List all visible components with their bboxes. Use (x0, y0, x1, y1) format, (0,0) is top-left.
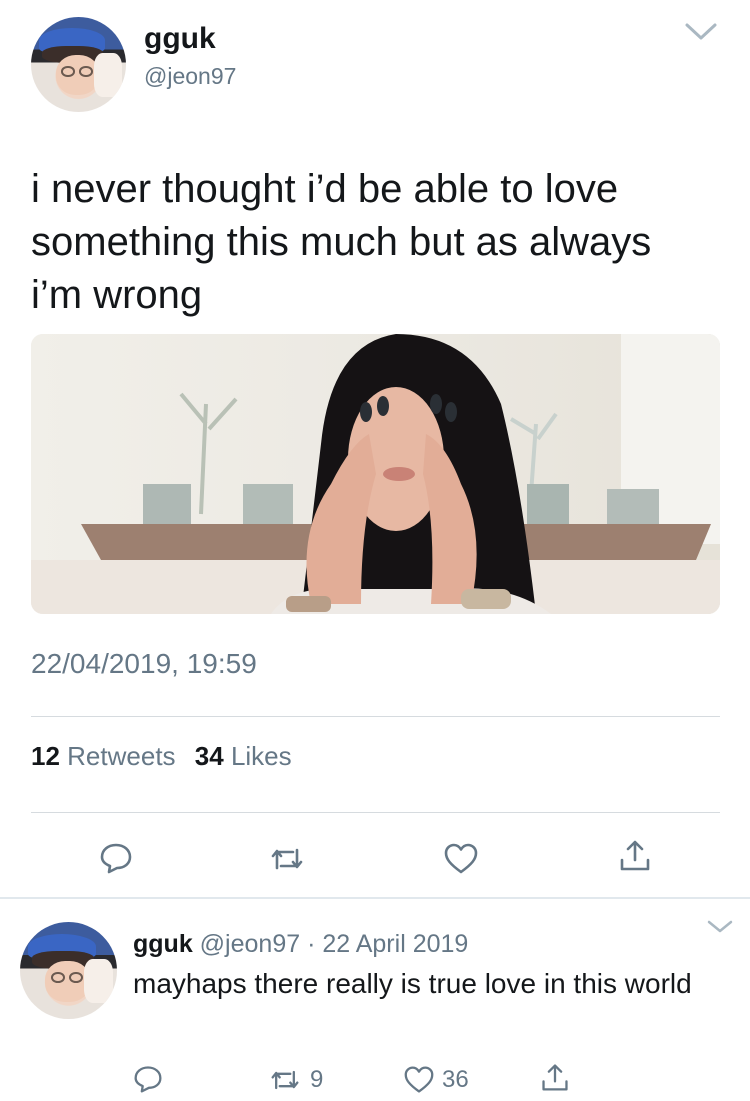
likes-label[interactable]: Likes (231, 741, 292, 771)
media-image (31, 334, 720, 614)
meta-separator: · (307, 930, 316, 958)
retweet-icon[interactable] (270, 842, 304, 876)
tweet-detail-screen: gguk @jeon97 i never thought i’d be able… (0, 0, 750, 1101)
reply-handle[interactable]: @jeon97 (200, 930, 300, 958)
avatar[interactable] (20, 922, 117, 1019)
avatar[interactable] (31, 17, 126, 112)
retweets-count[interactable]: 12 (31, 741, 60, 771)
likes-count[interactable]: 34 (195, 741, 224, 771)
reply-icon[interactable] (99, 841, 133, 875)
tweet-text-line: i’m wrong (31, 273, 203, 317)
reply-like-count[interactable]: 36 (442, 1066, 469, 1094)
chevron-down-icon[interactable] (706, 919, 734, 935)
tweet-text-line: i never thought i’d be able to love (31, 167, 619, 211)
divider (31, 716, 720, 717)
reply-date[interactable]: 22 April 2019 (322, 930, 468, 958)
like-icon[interactable] (404, 1065, 434, 1095)
reply-header: gguk @jeon97 · 22 April 2019 (133, 930, 468, 959)
reply-text: mayhaps there really is true love in thi… (133, 968, 692, 999)
tweet-text: i never thought i’d be able to love some… (31, 163, 721, 322)
tweet-stats: 12 Retweets 34 Likes (31, 741, 304, 772)
reply-retweet-count[interactable]: 9 (310, 1066, 323, 1094)
like-icon[interactable] (444, 842, 478, 876)
retweets-label[interactable]: Retweets (67, 741, 175, 771)
tweet-media[interactable] (31, 334, 720, 614)
main-tweet: gguk @jeon97 i never thought i’d be able… (0, 0, 750, 898)
share-icon[interactable] (540, 1062, 570, 1092)
chevron-down-icon[interactable] (683, 20, 719, 44)
tweet-timestamp[interactable]: 22/04/2019, 19:59 (31, 648, 257, 680)
reply-display-name[interactable]: gguk (133, 930, 193, 958)
tweet-text-line: something this much but as always (31, 220, 652, 264)
share-icon[interactable] (618, 838, 652, 872)
user-handle[interactable]: @jeon97 (144, 63, 236, 90)
display-name[interactable]: gguk (144, 22, 216, 56)
retweet-icon[interactable] (270, 1065, 300, 1095)
divider (31, 812, 720, 813)
reply-icon[interactable] (133, 1064, 163, 1094)
section-separator (0, 897, 750, 899)
